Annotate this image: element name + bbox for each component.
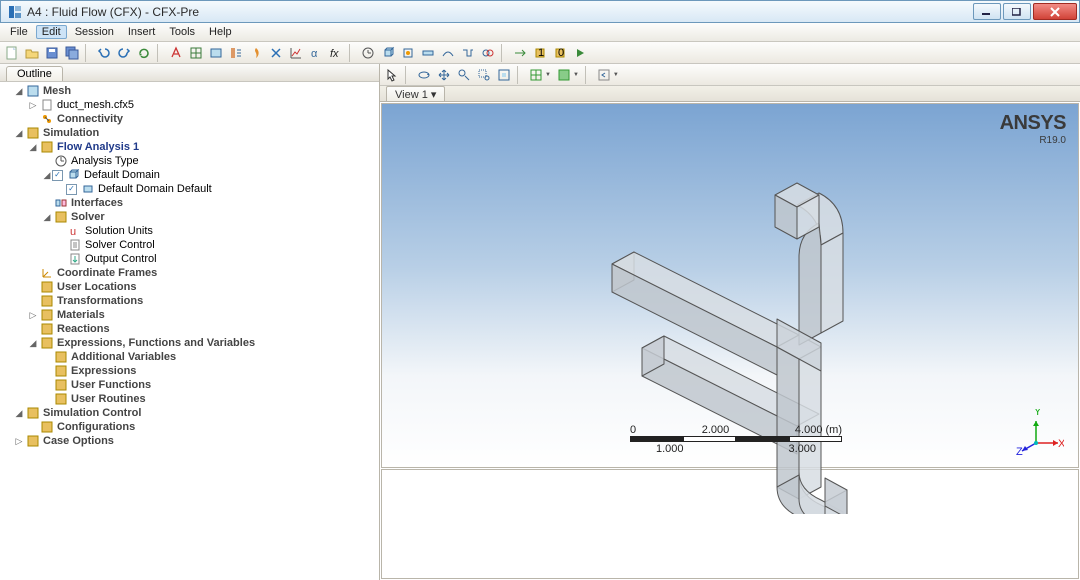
select-icon[interactable] [383,66,401,84]
tool-b5-icon[interactable] [479,44,497,62]
rotate-icon[interactable] [415,66,433,84]
fit-icon[interactable] [495,66,513,84]
close-button[interactable] [1033,3,1077,20]
tool-bc-icon[interactable] [227,44,245,62]
menu-edit[interactable]: Edit [36,25,67,39]
menu-session[interactable]: Session [69,25,120,39]
svg-text:0: 0 [558,47,564,59]
window-titlebar: A4 : Fluid Flow (CFX) - CFX-Pre [0,0,1080,23]
svg-text:α: α [311,48,318,60]
svg-text:u: u [70,226,76,237]
tool-clock-icon[interactable] [359,44,377,62]
new-icon[interactable] [3,44,21,62]
tree-simulation[interactable]: ◢Simulation [0,126,379,140]
svg-text:1: 1 [538,47,544,59]
axis-triad: Y X Z [1016,409,1064,457]
open-icon[interactable] [23,44,41,62]
save-icon[interactable] [43,44,61,62]
zoom-icon[interactable] [455,66,473,84]
tool-b3-icon[interactable] [439,44,457,62]
outline-tab[interactable]: Outline [6,66,63,81]
redo-icon[interactable] [115,44,133,62]
outline-tree[interactable]: ◢Mesh ▷duct_mesh.cfx5 Connectivity ◢Simu… [0,82,379,580]
menu-file[interactable]: File [4,25,34,39]
tool-b4-icon[interactable] [459,44,477,62]
view-tab-bar: View 1 ▾ [380,86,1080,102]
menu-help[interactable]: Help [203,25,238,39]
svg-text:Z: Z [1016,446,1023,457]
svg-text:fx: fx [330,48,339,60]
scale-bar: 0 2.000 4.000 (m) 1.000 3.000 [630,423,842,455]
shade-icon[interactable] [555,66,573,84]
maximize-button[interactable] [1003,3,1031,20]
tool-c2-icon[interactable]: 1 [531,44,549,62]
tool-flame-icon[interactable] [247,44,265,62]
svg-text:X: X [1058,438,1064,450]
tree-flow-analysis[interactable]: ◢Flow Analysis 1 [0,140,379,154]
tree-default-domain-default[interactable]: ✓Default Domain Default [0,182,379,196]
menu-tools[interactable]: Tools [163,25,201,39]
menu-insert[interactable]: Insert [122,25,162,39]
tree-sim-control[interactable]: ◢Simulation Control [0,406,379,420]
tool-cube-icon[interactable] [379,44,397,62]
tree-output-control[interactable]: Output Control [0,252,379,266]
tree-case-options[interactable]: ▷Case Options [0,434,379,448]
tree-coord-frames[interactable]: Coordinate Frames [0,266,379,280]
tool-x-icon[interactable] [267,44,285,62]
tree-user-locations[interactable]: User Locations [0,280,379,294]
tool-a-icon[interactable] [167,44,185,62]
zoombox-icon[interactable] [475,66,493,84]
tool-domain-icon[interactable] [207,44,225,62]
tree-interfaces[interactable]: Interfaces [0,196,379,210]
pan-icon[interactable] [435,66,453,84]
outline-panel: Outline ◢Mesh ▷duct_mesh.cfx5 Connectivi… [0,64,380,580]
tree-expr-funcs[interactable]: ◢Expressions, Functions and Variables [0,336,379,350]
tree-solver[interactable]: ◢Solver [0,210,379,224]
menu-bar: File Edit Session Insert Tools Help [0,23,1080,42]
tree-solution-units[interactable]: uSolution Units [0,224,379,238]
3d-viewport[interactable]: ANSYS R19.0 [381,103,1079,468]
refresh-icon[interactable] [135,44,153,62]
tree-user-functions[interactable]: User Functions [0,378,379,392]
tree-connectivity[interactable]: Connectivity [0,112,379,126]
tool-b1-icon[interactable] [399,44,417,62]
view-toolbar: ▼ ▼ ▼ [380,64,1080,86]
tree-reactions[interactable]: Reactions [0,322,379,336]
checkbox-icon[interactable]: ✓ [52,170,63,181]
tree-user-routines[interactable]: User Routines [0,392,379,406]
main-toolbar: α fx 1 0 [0,42,1080,64]
view-tab-1[interactable]: View 1 ▾ [386,86,445,101]
tree-transformations[interactable]: Transformations [0,294,379,308]
tool-mesh-icon[interactable] [187,44,205,62]
tool-alpha-icon[interactable]: α [307,44,325,62]
save-all-icon[interactable] [63,44,81,62]
tool-play-icon[interactable] [571,44,589,62]
tree-mesh-file[interactable]: ▷duct_mesh.cfx5 [0,98,379,112]
tool-c3-icon[interactable]: 0 [551,44,569,62]
view-prev-icon[interactable] [595,66,613,84]
tool-b2-icon[interactable] [419,44,437,62]
svg-text:Y: Y [1034,409,1042,418]
tree-add-vars[interactable]: Additional Variables [0,350,379,364]
tree-solver-control[interactable]: Solver Control [0,238,379,252]
tool-fx-icon[interactable]: fx [327,44,345,62]
tree-mesh[interactable]: ◢Mesh [0,84,379,98]
tool-c1-icon[interactable] [511,44,529,62]
wireframe-icon[interactable] [527,66,545,84]
tree-materials[interactable]: ▷Materials [0,308,379,322]
viewport-panel: ▼ ▼ ▼ View 1 ▾ ANSYS R19.0 [380,64,1080,580]
tree-expressions[interactable]: Expressions [0,364,379,378]
checkbox-icon[interactable]: ✓ [66,184,77,195]
undo-icon[interactable] [95,44,113,62]
tree-configurations[interactable]: Configurations [0,420,379,434]
tool-chart-icon[interactable] [287,44,305,62]
tree-default-domain[interactable]: ◢✓Default Domain [0,168,379,182]
minimize-button[interactable] [973,3,1001,20]
app-icon [7,4,23,20]
window-title: A4 : Fluid Flow (CFX) - CFX-Pre [27,5,199,19]
tree-analysis-type[interactable]: Analysis Type [0,154,379,168]
